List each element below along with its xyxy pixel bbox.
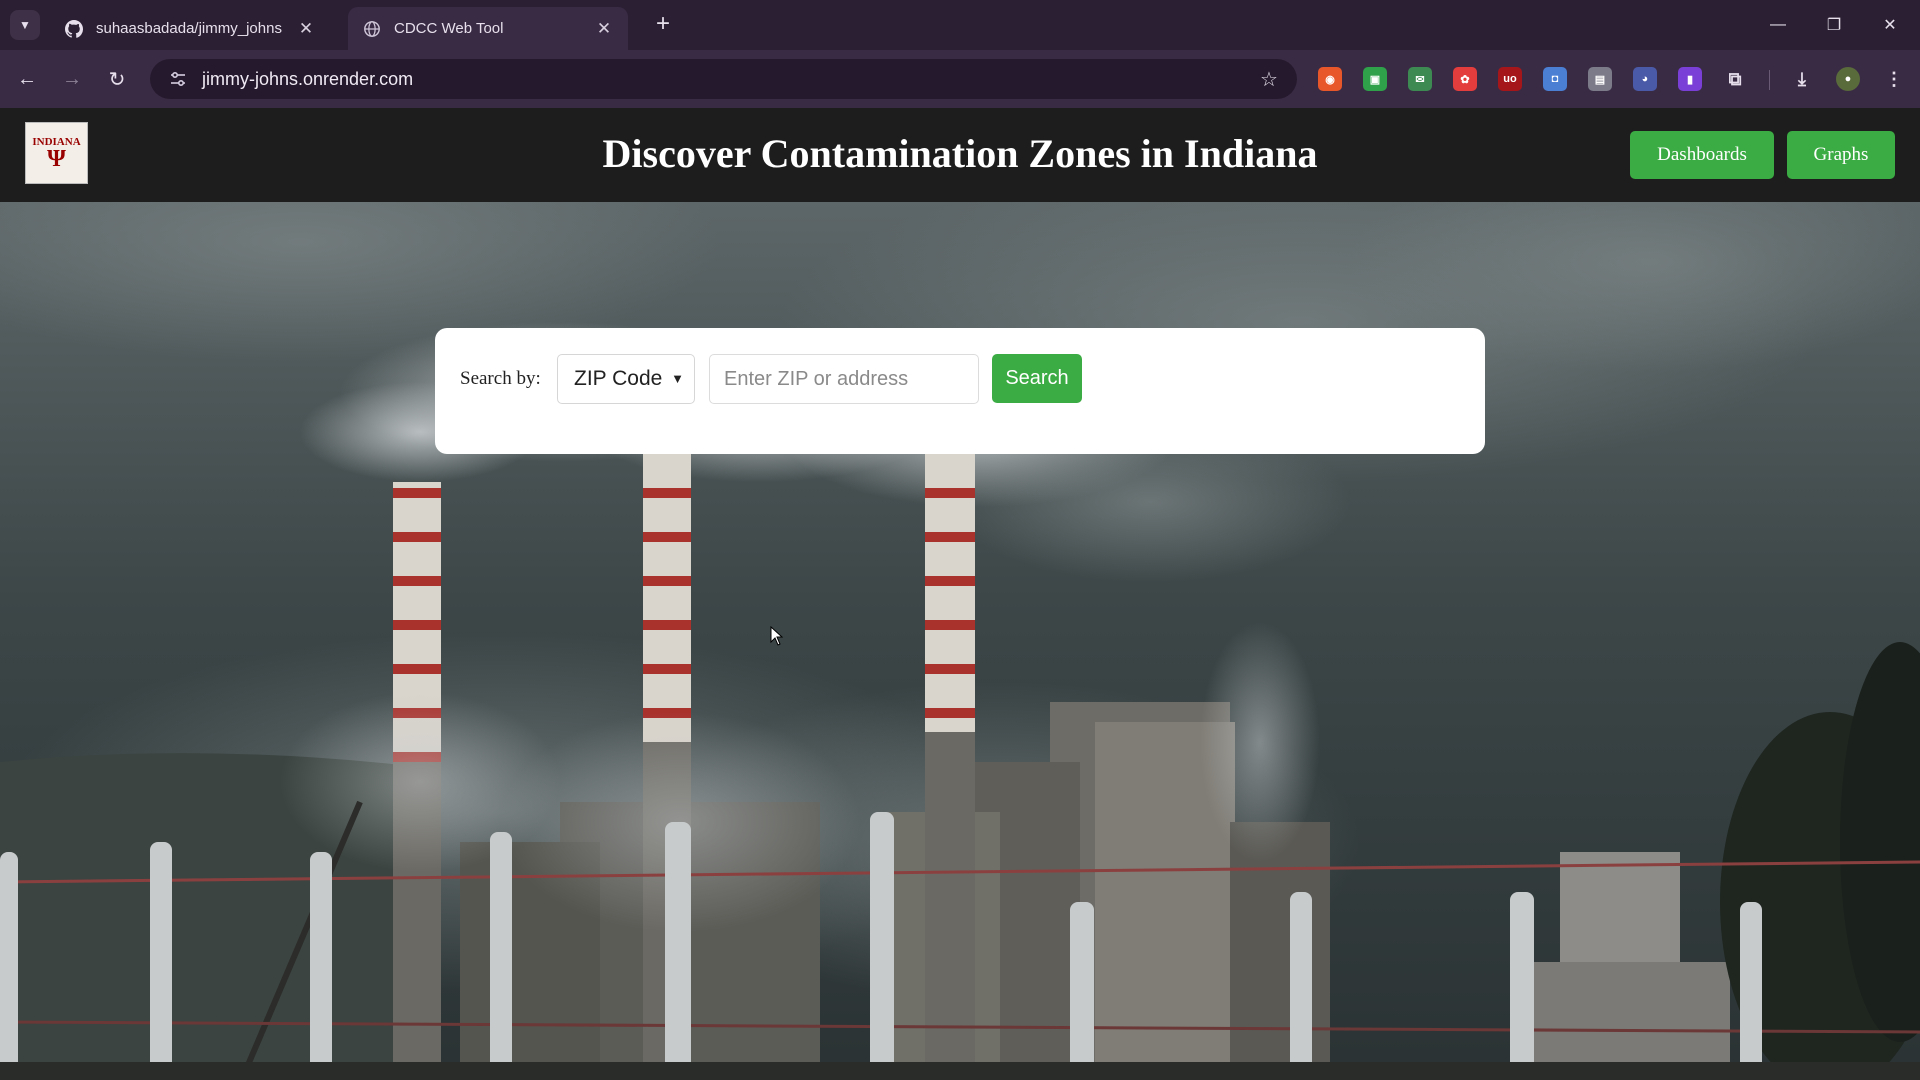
profile-avatar[interactable]: ●	[1836, 67, 1860, 91]
arrow-right-icon: →	[62, 67, 82, 90]
chevron-down-icon: ▼	[671, 371, 684, 386]
dashboards-button[interactable]: Dashboards	[1630, 131, 1774, 179]
search-input[interactable]	[709, 354, 979, 404]
search-button[interactable]: Search	[992, 354, 1082, 403]
minimize-icon: —	[1770, 16, 1786, 33]
extension-icon-3[interactable]: ✉	[1408, 67, 1432, 91]
tab-title: suhaasbadada/jimmy_johns	[96, 20, 282, 37]
extension-icon-2[interactable]: ▣	[1363, 67, 1387, 91]
web-page: INDIANA Ψ Discover Contamination Zones i…	[0, 108, 1920, 1080]
arrow-left-icon: ←	[17, 67, 37, 90]
reload-icon: ↻	[108, 68, 126, 91]
trident-icon: Ψ	[47, 146, 66, 172]
mouse-cursor-icon	[770, 626, 784, 646]
globe-icon	[362, 19, 382, 39]
close-window-button[interactable]: ✕	[1870, 8, 1910, 42]
extension-icon-1[interactable]: ◉	[1318, 67, 1342, 91]
indiana-logo[interactable]: INDIANA Ψ	[25, 122, 88, 184]
browser-tab-cdcc[interactable]: CDCC Web Tool ✕	[348, 7, 628, 50]
search-type-select[interactable]: ZIP Code ▼	[557, 354, 695, 404]
toolbar-divider	[1769, 70, 1770, 90]
menu-kebab-icon[interactable]: ⋮	[1882, 67, 1906, 91]
restore-button[interactable]: ❐	[1814, 8, 1854, 42]
page-title: Discover Contamination Zones in Indiana	[602, 131, 1318, 176]
download-icon[interactable]: ⤓	[1790, 67, 1814, 91]
bookmark-star-icon[interactable]: ☆	[1257, 67, 1281, 91]
hero-background-image: Search by: ZIP Code ▼ Search	[0, 202, 1920, 1080]
browser-tab-bar: ▼ suhaasbadada/jimmy_johns ✕ CDCC Web To…	[0, 0, 1920, 50]
search-panel: Search by: ZIP Code ▼ Search	[435, 328, 1485, 454]
address-bar[interactable]: jimmy-johns.onrender.com ☆	[150, 59, 1297, 99]
tab-search-button[interactable]: ▼	[10, 10, 40, 40]
back-button[interactable]: ←	[12, 64, 42, 94]
extension-icon-6[interactable]: ◘	[1543, 67, 1567, 91]
forward-button[interactable]: →	[57, 64, 87, 94]
ublock-icon[interactable]: uo	[1498, 67, 1522, 91]
new-tab-button[interactable]: +	[650, 10, 676, 37]
reload-button[interactable]: ↻	[102, 64, 132, 94]
select-value: ZIP Code	[574, 367, 663, 390]
url-text: jimmy-johns.onrender.com	[202, 68, 414, 89]
browser-toolbar: ← → ↻ jimmy-johns.onrender.com ☆ ◉ ▣ ✉ ✿…	[0, 50, 1920, 108]
browser-tab-github[interactable]: suhaasbadada/jimmy_johns ✕	[50, 7, 330, 50]
plus-icon: +	[655, 10, 670, 37]
site-info-icon[interactable]	[166, 67, 190, 91]
restore-icon: ❐	[1826, 17, 1842, 34]
minimize-button[interactable]: —	[1758, 8, 1798, 42]
search-by-label: Search by:	[460, 368, 541, 389]
site-header: INDIANA Ψ Discover Contamination Zones i…	[0, 108, 1920, 202]
extension-icon-7[interactable]: ▤	[1588, 67, 1612, 91]
extension-icon-4[interactable]: ✿	[1453, 67, 1477, 91]
close-icon[interactable]: ✕	[296, 19, 316, 39]
graphs-button[interactable]: Graphs	[1787, 131, 1895, 179]
github-icon	[64, 19, 84, 39]
extensions-puzzle-icon[interactable]: ⧉	[1723, 67, 1747, 91]
tab-title: CDCC Web Tool	[394, 20, 504, 37]
close-icon[interactable]: ✕	[594, 19, 614, 39]
close-icon: ✕	[1883, 17, 1897, 34]
extension-icon-9[interactable]: ▮	[1678, 67, 1702, 91]
chevron-down-icon: ▼	[19, 18, 31, 32]
extension-icon-8[interactable]: ◕	[1633, 67, 1657, 91]
